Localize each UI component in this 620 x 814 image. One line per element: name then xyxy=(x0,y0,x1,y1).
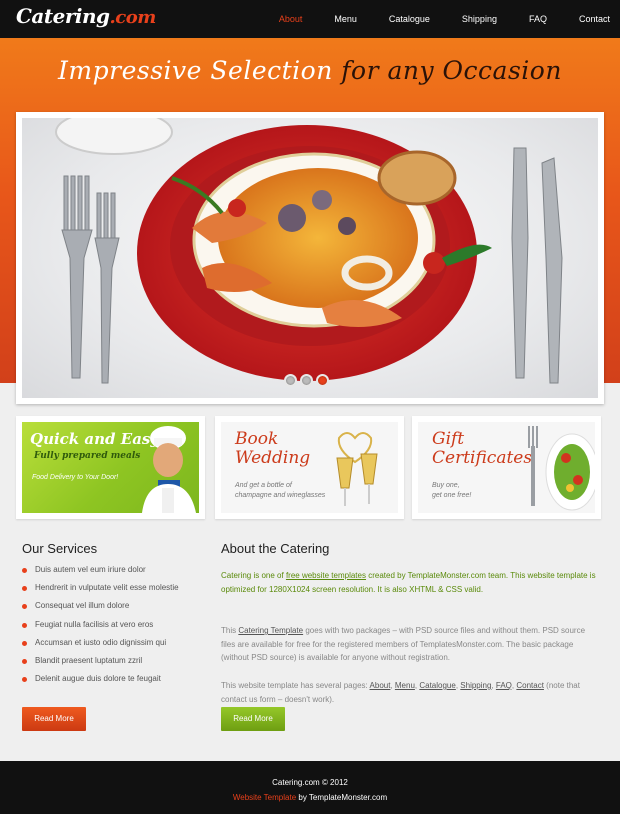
services-list: Duis autem vel eum iriure dolor Hendreri… xyxy=(22,565,179,692)
about-p3-text: This website template has several pages: xyxy=(221,681,370,690)
about-packages-paragraph: This Catering Template goes with two pac… xyxy=(221,624,601,665)
logo-main: Catering xyxy=(16,4,110,28)
about-pages-paragraph: This website template has several pages:… xyxy=(221,681,580,704)
list-item: Duis autem vel eum iriure dolor xyxy=(22,565,179,583)
promo-subtitle: Fully prepared meals xyxy=(34,451,141,461)
main-nav: About Menu Catalogue Shipping FAQ Contac… xyxy=(247,0,610,38)
seafood-plate-illustration xyxy=(55,118,563,384)
slider-dot-3[interactable] xyxy=(316,374,329,387)
list-item: Delenit augue duis dolore te feugait xyxy=(22,674,179,692)
promo-note-line-2: champagne and wineglasses xyxy=(235,492,326,499)
footer-by-text: by TemplateMonster.com xyxy=(296,793,388,802)
promo-note-line-1: And get a bottle of xyxy=(235,482,292,489)
list-item: Blandit praesent luptatum zzril xyxy=(22,656,179,674)
tagline-dark: for any Occasion xyxy=(341,56,562,85)
list-item: Accumsan et iusto odio dignissim qui xyxy=(22,638,179,656)
nav-menu[interactable]: Menu xyxy=(334,14,357,24)
promo-title-line-2: Certificates xyxy=(432,448,533,468)
slider-pager xyxy=(284,374,332,387)
footer-copyright: Catering.com © 2012 xyxy=(272,778,348,787)
page-link-shipping[interactable]: Shipping xyxy=(460,681,491,690)
services-read-more-button[interactable]: Read More xyxy=(22,707,86,731)
salad-plate-illustration xyxy=(528,426,595,511)
promo-book-wedding[interactable]: Book Wedding And get a bottle of champagn… xyxy=(215,416,404,519)
services-heading: Our Services xyxy=(22,541,98,556)
nav-faq[interactable]: FAQ xyxy=(529,14,547,24)
about-read-more-button[interactable]: Read More xyxy=(221,707,285,731)
nav-shipping[interactable]: Shipping xyxy=(462,14,497,24)
website-template-link[interactable]: Website Template xyxy=(233,793,296,802)
logo-suffix: .com xyxy=(109,7,157,28)
page-link-contact[interactable]: Contact xyxy=(516,681,544,690)
promo-title-line-2: Wedding xyxy=(235,448,311,468)
promo-note-line-1: Buy one, xyxy=(432,482,460,489)
promo-note-line-2: get one free! xyxy=(432,492,472,499)
slider-dot-1[interactable] xyxy=(284,374,297,387)
promo-quick-easy[interactable]: Quick and Easy Fully prepared meals Food… xyxy=(16,416,205,519)
page-link-catalogue[interactable]: Catalogue xyxy=(419,681,455,690)
catering-template-link[interactable]: Catering Template xyxy=(238,626,303,635)
nav-contact[interactable]: Contact xyxy=(579,14,610,24)
about-p2-text: This xyxy=(221,626,239,635)
about-lead-text: Catering is one of xyxy=(221,571,286,580)
page-link-menu[interactable]: Menu xyxy=(395,681,415,690)
promo-title: Gift Certificates xyxy=(432,430,532,468)
site-header: Catering.com About Menu Catalogue Shippi… xyxy=(0,0,620,38)
promo-title: Book Wedding xyxy=(235,430,310,468)
promo-gift-certificates-inner: Gift Certificates Buy one, get one free! xyxy=(418,422,595,513)
page-link-about[interactable]: About xyxy=(370,681,391,690)
page-link-faq[interactable]: FAQ xyxy=(496,681,512,690)
list-item: Hendrerit in vulputate velit esse molest… xyxy=(22,583,179,601)
champagne-glasses-illustration xyxy=(336,432,378,506)
list-item: Feugiat nulla facilisis at vero eros xyxy=(22,620,179,638)
promo-book-wedding-inner: Book Wedding And get a bottle of champagn… xyxy=(221,422,398,513)
hero-tagline: Impressive Selection for any Occasion xyxy=(0,56,620,85)
list-item: Consequat vel illum dolore xyxy=(22,601,179,619)
promo-note: Food Delivery to Your Door! xyxy=(32,474,119,481)
footer-credit: Website Template by TemplateMonster.com xyxy=(0,793,620,802)
site-logo[interactable]: Catering.com xyxy=(16,4,156,28)
promo-gift-certificates[interactable]: Gift Certificates Buy one, get one free! xyxy=(412,416,601,519)
nav-catalogue[interactable]: Catalogue xyxy=(389,14,430,24)
slide-image xyxy=(22,118,598,398)
about-heading: About the Catering xyxy=(221,541,330,556)
slider-dot-2[interactable] xyxy=(300,374,313,387)
site-footer: Catering.com © 2012 Website Template by … xyxy=(0,761,620,814)
promo-quick-easy-inner: Quick and Easy Fully prepared meals Food… xyxy=(22,422,199,513)
image-slider xyxy=(16,112,604,404)
free-templates-link[interactable]: free website templates xyxy=(286,571,366,580)
chef-illustration xyxy=(142,426,196,513)
promo-title-line-1: Book xyxy=(235,429,279,449)
promo-title-line-1: Gift xyxy=(432,429,465,449)
nav-about[interactable]: About xyxy=(279,14,303,24)
about-lead-paragraph: Catering is one of free website template… xyxy=(221,569,601,596)
tagline-light: Impressive Selection xyxy=(58,56,333,85)
